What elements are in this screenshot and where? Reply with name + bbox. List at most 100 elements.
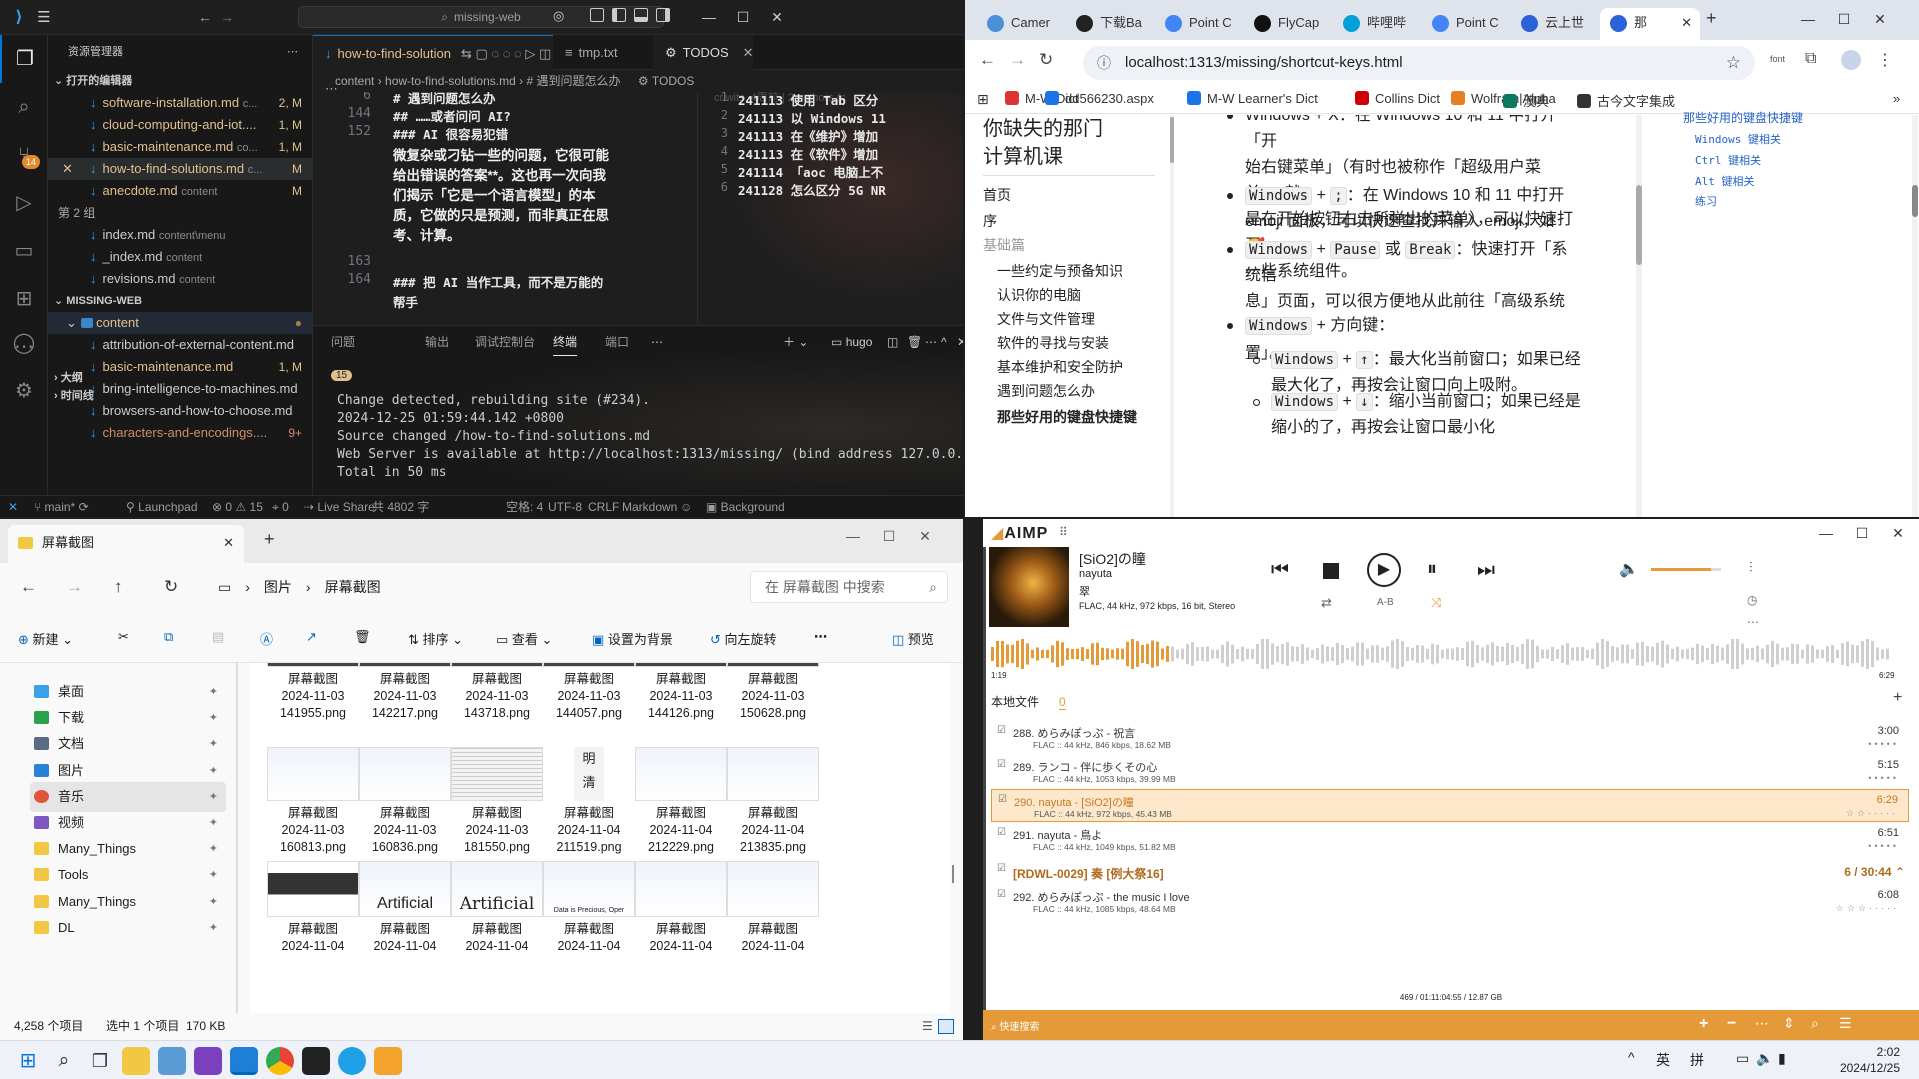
minimize-icon[interactable]: — (836, 523, 870, 549)
delete-icon[interactable]: 🗑 (354, 629, 371, 645)
word-count[interactable]: 共 4802 字 (372, 496, 429, 517)
playlist-item[interactable]: ☑ 288. めらみぽっぷ - 祝言 FLAC :: 44 kHz, 846 kbp… (991, 721, 1909, 754)
pause-icon[interactable]: ⏸ (1427, 558, 1437, 581)
split-terminal-icon[interactable]: ◫ (887, 326, 898, 358)
forward-arrow-icon[interactable]: → (66, 577, 83, 597)
ab-repeat-button[interactable]: A-B (1377, 597, 1394, 608)
path-bar[interactable]: ▭ › 图片 › 屏幕截图 (204, 571, 724, 603)
breadcrumb-item[interactable]: # 遇到问题怎么办 (526, 74, 620, 88)
page-scrollbar[interactable] (1912, 115, 1918, 517)
minimize-icon[interactable]: — (1791, 2, 1825, 37)
chrome-tab[interactable]: FlyCap (1244, 8, 1330, 40)
page-scroll-thumb[interactable] (1912, 185, 1918, 217)
new-tab-icon[interactable]: + (264, 529, 275, 550)
tab-debug-console[interactable]: 调试控制台 (475, 326, 535, 358)
reload-icon[interactable]: ↻ (1039, 50, 1053, 70)
details-view-icon[interactable]: ☰ (922, 1013, 933, 1040)
minimize-icon[interactable]: — (1809, 519, 1843, 547)
rename-icon[interactable]: Ⓐ (260, 629, 273, 648)
file-tree-item[interactable]: ↓ characters-and-encodings.... 9+ (48, 422, 312, 444)
vscode-icon[interactable] (230, 1047, 258, 1075)
problems-status[interactable]: ⊗ 0 ⚠ 15 (212, 496, 263, 517)
pin-icon[interactable]: ✦ (209, 913, 218, 943)
set-background-button[interactable]: ▣ 设置为背景 (592, 629, 673, 648)
volume-slider[interactable] (1651, 568, 1721, 571)
close-icon[interactable]: ✕ (1881, 519, 1915, 547)
eol[interactable]: CRLF (588, 496, 619, 517)
command-center-search[interactable]: ⌕ missing-web (298, 6, 664, 28)
menu-icon[interactable]: ☰ (34, 6, 54, 28)
nav-scrollbar[interactable] (1170, 115, 1174, 517)
workspace-header[interactable]: ⌄ MISSING-WEB (48, 290, 312, 312)
aimp-taskbar-icon[interactable] (374, 1047, 402, 1075)
background-status[interactable]: ▣ Background (706, 496, 785, 517)
font-extension-icon[interactable]: font (1770, 54, 1785, 64)
more-icon[interactable]: ⋯ (1747, 615, 1759, 629)
forward-arrow-icon[interactable]: → (218, 6, 236, 28)
live-share[interactable]: ⇢ Live Share (304, 496, 375, 517)
open-editor-item[interactable]: ↓ revisions.md content (48, 268, 312, 290)
settings-gear-icon[interactable]: ⚙ (0, 367, 48, 415)
indentation[interactable]: 空格: 4 (506, 496, 543, 517)
sort-button[interactable]: ⇅ 排序 ⌄ (408, 629, 463, 648)
refresh-icon[interactable]: ↻ (164, 577, 178, 597)
rating-icon[interactable]: ••••• (1868, 773, 1899, 783)
run-debug-icon[interactable]: ▷ (0, 179, 48, 227)
open-editor-item[interactable]: ✕ ↓ how-to-find-solutions.md c... M (48, 158, 312, 180)
chrome-tab[interactable]: Point C (1422, 8, 1508, 40)
nav-item[interactable]: 基本维护和安全防护 (997, 357, 1123, 377)
breadcrumb-todos[interactable]: TODOS (652, 74, 694, 88)
body-scrollbar[interactable] (1636, 115, 1642, 517)
open-editor-item[interactable]: ↓ anecdote.md content M (48, 180, 312, 202)
chrome-tab[interactable]: 那 ✕ (1600, 8, 1700, 40)
rating-icon[interactable]: ☆☆☆····· (1836, 903, 1899, 914)
more-panel-icon[interactable]: ⋯ (651, 326, 663, 358)
tab-how-to-find-solutions[interactable]: ↓ how-to-find-solution ⇆ ▢ ◌ ◌ ◌ ▷ ◫ ⋯ (313, 35, 553, 96)
checkbox-icon[interactable]: ☑ (997, 827, 1006, 838)
chrome-tab[interactable]: 下载Ba (1066, 8, 1152, 40)
start-windows-icon[interactable]: ⊞ (14, 1047, 42, 1075)
maximize-icon[interactable]: ☐ (872, 523, 906, 549)
toc-item[interactable]: Alt 键相关 (1695, 173, 1755, 189)
close-icon[interactable]: ✕ (908, 523, 942, 549)
album-art[interactable] (989, 547, 1069, 627)
input-language[interactable]: 英 (1656, 1050, 1670, 1070)
more-options-icon[interactable]: ⋯ (814, 629, 827, 645)
rating-icon[interactable]: ☆☆····· (1846, 808, 1898, 819)
close-tab-icon[interactable]: ✕ (1681, 8, 1692, 38)
remote-explorer-icon[interactable]: ▭ (0, 227, 48, 275)
body-scroll-thumb[interactable] (1636, 185, 1642, 265)
close-icon[interactable]: ✕ (760, 0, 794, 35)
network-icon[interactable]: ▭ (1736, 1050, 1749, 1067)
launchpad[interactable]: ⚲ Launchpad (126, 496, 198, 517)
nav-pane-scrollbar[interactable] (236, 663, 238, 1013)
back-arrow-icon[interactable]: ← (196, 6, 214, 28)
terminal-selector[interactable]: ▭ hugo (831, 326, 872, 358)
playlist-item[interactable]: ☑ 289. ランコ - 伴に歩くその心 FLAC :: 44 kHz, 1053 … (991, 755, 1909, 788)
play-icon[interactable]: ▶ (1367, 553, 1401, 587)
maximize-icon[interactable]: ☐ (726, 0, 760, 35)
nav-item[interactable]: 遇到问题怎么办 (997, 381, 1095, 401)
nav-item[interactable]: 那些好用的键盘快捷键 (997, 407, 1137, 427)
playlist-item[interactable]: ☑ 292. めらみぽっぷ - the music I love FLAC :: 4… (991, 885, 1909, 918)
tab-todos[interactable]: ⚙ TODOS ✕ (653, 35, 754, 70)
equalizer-icon[interactable]: ⫶ (1749, 559, 1753, 576)
copy-icon[interactable]: ⧉ (164, 629, 173, 645)
view-button[interactable]: ▭ 查看 ⌄ (496, 629, 552, 648)
toggle-secondary-sidebar-icon[interactable] (656, 8, 670, 22)
close-editor-icon[interactable]: ✕ (62, 158, 73, 180)
previous-track-icon[interactable]: ⏮ (1271, 559, 1289, 582)
close-tab-icon[interactable]: ✕ (223, 525, 234, 561)
file-tile[interactable]: 屏幕截图 2024-11-04 (718, 861, 828, 955)
ports-status[interactable]: ⌖ 0 (272, 496, 289, 517)
open-editor-item[interactable]: ↓ index.md content\menu (48, 224, 312, 246)
nav-item[interactable]: 认识你的电脑 (997, 285, 1081, 305)
share-icon[interactable]: ↗ (306, 629, 317, 645)
file-tile[interactable]: 屏幕截图 2024-11-03 150628.png (718, 663, 828, 722)
nav-scroll-thumb[interactable] (1170, 117, 1174, 163)
timeline-header[interactable]: › 时间线 (48, 385, 313, 407)
github-desktop-icon[interactable] (302, 1047, 330, 1075)
playlist-item[interactable]: ☑ 290. nayuta - [SiO2]の瞳 FLAC :: 44 kHz, 9… (991, 789, 1909, 822)
waveform-seekbar[interactable] (991, 637, 1891, 671)
back-arrow-icon[interactable]: ← (20, 577, 37, 597)
